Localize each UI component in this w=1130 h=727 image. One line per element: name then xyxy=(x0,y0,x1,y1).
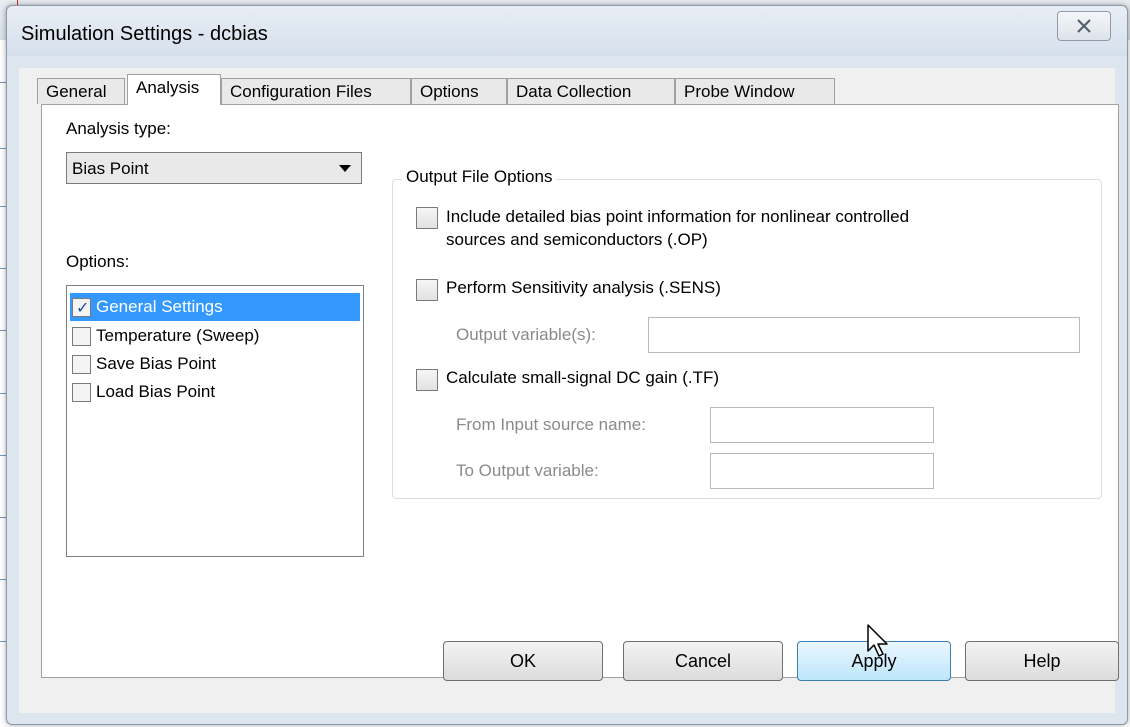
tab-analysis[interactable]: Analysis xyxy=(127,74,221,105)
close-icon xyxy=(1077,19,1091,33)
tf-checkbox[interactable] xyxy=(416,369,438,391)
output-file-options-title: Output File Options xyxy=(402,167,557,187)
op-label-line1: Include detailed bias point information … xyxy=(446,207,910,226)
sens-label: Perform Sensitivity analysis (.SENS) xyxy=(446,278,721,297)
sens-checkbox[interactable] xyxy=(416,279,438,301)
dialog-client-area: General Analysis Configuration Files Opt… xyxy=(19,68,1119,713)
option-checkbox[interactable] xyxy=(72,327,91,346)
options-list[interactable]: ✓ General Settings Temperature (Sweep) S… xyxy=(66,285,364,557)
tab-data-collection[interactable]: Data Collection xyxy=(507,78,675,104)
sens-output-input[interactable] xyxy=(648,317,1080,353)
cancel-button[interactable]: Cancel xyxy=(623,641,783,681)
analysis-type-dropdown[interactable]: Bias Point xyxy=(66,152,362,184)
ok-button[interactable]: OK xyxy=(443,641,603,681)
analysis-type-value: Bias Point xyxy=(72,159,149,178)
analysis-type-label: Analysis type: xyxy=(66,119,171,138)
window-title: Simulation Settings - dcbias xyxy=(21,23,268,45)
option-temperature-sweep[interactable]: Temperature (Sweep) xyxy=(70,322,360,350)
help-button[interactable]: Help xyxy=(965,641,1119,681)
tf-from-input[interactable] xyxy=(710,407,934,443)
option-save-bias-point[interactable]: Save Bias Point xyxy=(70,350,360,378)
chevron-down-icon xyxy=(339,165,351,172)
op-checkbox[interactable] xyxy=(416,207,438,229)
tab-options[interactable]: Options xyxy=(411,78,507,104)
tab-configuration-files[interactable]: Configuration Files xyxy=(221,78,411,104)
sens-output-label: Output variable(s): xyxy=(456,325,596,344)
tf-label: Calculate small-signal DC gain (.TF) xyxy=(446,368,720,387)
tf-from-label: From Input source name: xyxy=(456,415,646,434)
simulation-settings-dialog: Simulation Settings - dcbias General Ana… xyxy=(6,5,1128,725)
title-bar[interactable]: Simulation Settings - dcbias xyxy=(7,6,1127,56)
option-load-bias-point[interactable]: Load Bias Point xyxy=(70,378,360,406)
option-checkbox[interactable] xyxy=(72,383,91,402)
op-label-line2: sources and semiconductors (.OP) xyxy=(446,230,708,249)
option-checkbox[interactable]: ✓ xyxy=(72,298,91,317)
option-label: Load Bias Point xyxy=(96,382,216,401)
option-checkbox[interactable] xyxy=(72,355,91,374)
tf-to-input[interactable] xyxy=(710,453,934,489)
tab-probe-window[interactable]: Probe Window xyxy=(675,78,835,104)
tab-general[interactable]: General xyxy=(37,78,125,104)
option-label: General Settings xyxy=(96,297,223,316)
analysis-tab-panel: Analysis type: Bias Point Options: ✓ Gen… xyxy=(41,104,1119,678)
option-general-settings[interactable]: ✓ General Settings xyxy=(70,293,360,321)
close-button[interactable] xyxy=(1057,11,1111,41)
option-label: Save Bias Point xyxy=(96,354,217,373)
tf-to-label: To Output variable: xyxy=(456,461,599,480)
options-label: Options: xyxy=(66,252,130,271)
mouse-cursor-icon xyxy=(867,624,888,657)
checkmark-icon: ✓ xyxy=(76,300,90,317)
option-label: Temperature (Sweep) xyxy=(96,326,260,345)
